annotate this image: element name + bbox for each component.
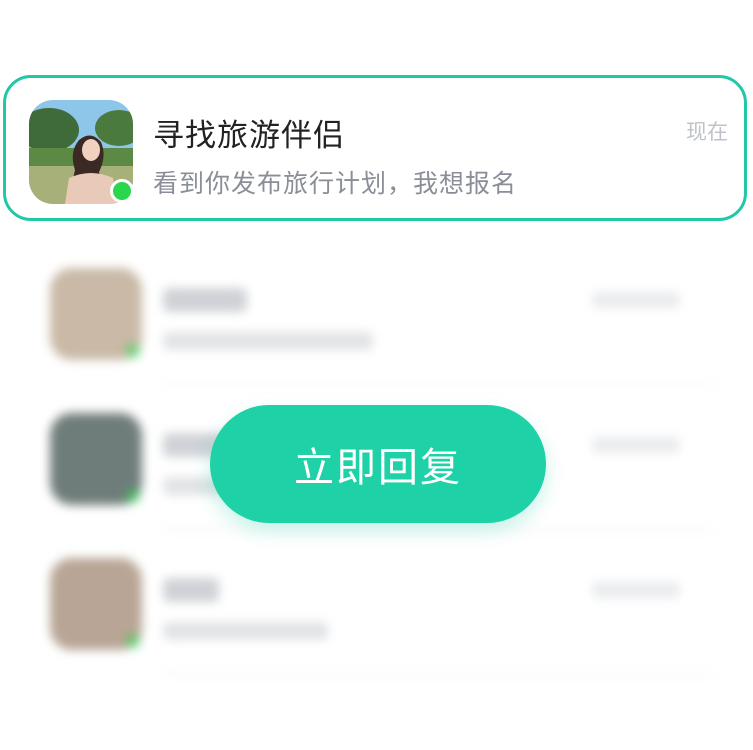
notification-title: 寻找旅游伴侣	[153, 118, 345, 154]
list-item-name-placeholder	[163, 288, 247, 312]
notification-message: 看到你发布旅行计划，我想报名	[153, 169, 518, 198]
reply-now-button[interactable]: 立即回复	[210, 405, 546, 523]
list-item-message-placeholder	[163, 332, 373, 350]
message-notification-card[interactable]: 寻找旅游伴侣 看到你发布旅行计划，我想报名 现在	[3, 75, 747, 221]
list-item-time-placeholder	[592, 437, 680, 453]
online-status-indicator	[126, 489, 140, 503]
list-item-name-placeholder	[163, 578, 219, 602]
list-item-time-placeholder	[592, 292, 680, 308]
divider	[163, 673, 713, 675]
notification-time: 现在	[686, 120, 728, 144]
online-status-indicator	[126, 344, 140, 358]
online-status-indicator	[126, 634, 140, 648]
list-item-time-placeholder	[592, 582, 680, 598]
list-item	[0, 530, 753, 675]
list-item-message-placeholder	[163, 622, 328, 640]
online-status-indicator	[110, 179, 134, 203]
list-item	[0, 240, 753, 385]
